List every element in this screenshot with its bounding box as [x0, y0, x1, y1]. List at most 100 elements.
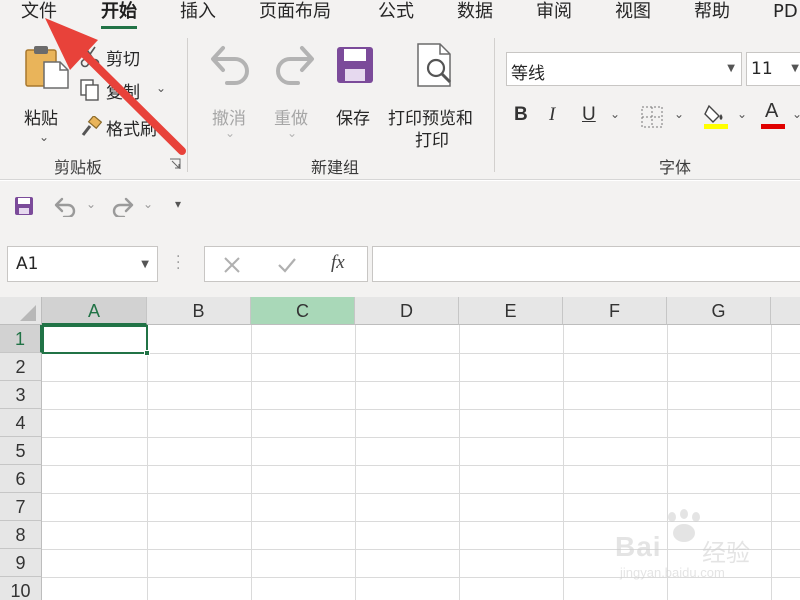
- font-color-button[interactable]: A: [760, 100, 786, 130]
- font-group-label: 字体: [659, 158, 692, 177]
- chevron-down-icon[interactable]: ⌄: [674, 107, 684, 121]
- borders-icon[interactable]: [641, 106, 663, 128]
- undo-icon[interactable]: [54, 197, 78, 217]
- print-preview-label-line2: 打印: [415, 131, 449, 151]
- grid-line: [42, 409, 800, 410]
- tab-insert[interactable]: 插入: [180, 0, 216, 30]
- chevron-down-icon[interactable]: ⌄: [86, 197, 96, 211]
- grid-line: [42, 465, 800, 466]
- chevron-down-icon: ⌄: [156, 81, 167, 95]
- column-header-f[interactable]: F: [563, 297, 667, 325]
- chevron-down-icon: ⌄: [287, 126, 298, 140]
- grid-line: [42, 493, 800, 494]
- dialog-launcher-icon[interactable]: [169, 158, 181, 170]
- copy-button[interactable]: 复制 ⌄: [78, 77, 170, 103]
- formula-bar: A1 ▼ · · · fx: [0, 233, 800, 297]
- font-name-select[interactable]: 等线 ▼: [506, 52, 742, 86]
- column-header-c[interactable]: C: [251, 297, 355, 325]
- undo-button[interactable]: 撤消 ⌄: [203, 42, 259, 142]
- tab-file[interactable]: 文件: [21, 0, 57, 30]
- tab-view[interactable]: 视图: [615, 0, 651, 30]
- row-header-3[interactable]: 3: [0, 381, 42, 409]
- select-all-corner[interactable]: [0, 297, 42, 325]
- column-header-e[interactable]: E: [459, 297, 563, 325]
- formula-buttons: fx: [204, 246, 368, 282]
- grid-line: [459, 325, 460, 600]
- paste-icon: [25, 46, 69, 89]
- paste-button[interactable]: 粘贴 ⌄: [18, 42, 72, 150]
- copy-label: 复制: [106, 83, 140, 103]
- save-icon: [337, 47, 373, 83]
- dropdown-arrow-icon: ▼: [727, 63, 735, 74]
- chevron-down-icon[interactable]: ⌄: [792, 107, 800, 121]
- column-header-a[interactable]: A: [42, 297, 147, 325]
- chevron-down-icon: ⌄: [225, 126, 236, 140]
- chevron-down-icon[interactable]: ⌄: [737, 107, 747, 121]
- tab-review[interactable]: 审阅: [536, 0, 572, 30]
- format-painter-button[interactable]: 格式刷: [78, 114, 168, 140]
- row-header-9[interactable]: 9: [0, 549, 42, 577]
- font-color-bar: [761, 124, 785, 129]
- customize-toolbar-icon[interactable]: ▾: [175, 197, 181, 211]
- row-header-6[interactable]: 6: [0, 465, 42, 493]
- row-header-2[interactable]: 2: [0, 353, 42, 381]
- redo-icon: [276, 46, 314, 85]
- fill-color-icon[interactable]: [703, 102, 729, 130]
- grid-line: [42, 437, 800, 438]
- save-icon[interactable]: [14, 196, 34, 216]
- tab-help[interactable]: 帮助: [694, 0, 730, 30]
- row-header-5[interactable]: 5: [0, 437, 42, 465]
- dropdown-arrow-icon: ▼: [791, 63, 799, 74]
- name-box-value: A1: [16, 254, 39, 274]
- tab-formulas[interactable]: 公式: [378, 0, 414, 30]
- insert-function-icon[interactable]: fx: [331, 252, 345, 274]
- watermark-url: jingyan.baidu.com: [620, 565, 725, 580]
- cancel-icon[interactable]: [223, 256, 241, 274]
- underline-button[interactable]: U: [582, 104, 596, 126]
- tab-pdf[interactable]: PD: [773, 0, 798, 30]
- drag-handle-icon[interactable]: · · ·: [176, 250, 180, 276]
- row-header-1[interactable]: 1: [0, 325, 42, 353]
- column-header-b[interactable]: B: [147, 297, 251, 325]
- font-size-select[interactable]: 11 ▼: [746, 52, 800, 86]
- row-header-10[interactable]: 10: [0, 577, 42, 600]
- grid-line: [42, 381, 800, 382]
- ribbon: 粘贴 ⌄ 剪切 复制 ⌄ 格式刷 剪贴板 撤消 ⌄ 重做 ⌄ 保存 打印预览和 …: [0, 30, 800, 180]
- format-painter-icon: [81, 116, 102, 136]
- quick-access-toolbar: ⌄ ⌄ ▾: [0, 181, 800, 233]
- tab-data[interactable]: 数据: [457, 0, 493, 30]
- paste-label: 粘贴: [24, 109, 58, 129]
- fill-handle[interactable]: [144, 350, 150, 356]
- undo-icon: [211, 46, 249, 85]
- redo-icon[interactable]: [110, 197, 134, 217]
- grid-line: [355, 325, 356, 600]
- save-button[interactable]: 保存: [332, 42, 380, 129]
- grid-line: [147, 325, 148, 600]
- cut-label: 剪切: [106, 50, 140, 70]
- bold-button[interactable]: B: [514, 104, 528, 126]
- print-preview-button[interactable]: 打印预览和 打印: [384, 42, 484, 151]
- formula-input[interactable]: [372, 246, 800, 282]
- tab-home[interactable]: 开始: [101, 0, 137, 30]
- new-group-label: 新建组: [311, 158, 360, 177]
- tab-page-layout[interactable]: 页面布局: [259, 0, 331, 30]
- name-box[interactable]: A1 ▼: [7, 246, 158, 282]
- ribbon-separator: [187, 38, 188, 172]
- chevron-down-icon: ⌄: [39, 130, 50, 144]
- row-header-4[interactable]: 4: [0, 409, 42, 437]
- ribbon-separator: [494, 38, 495, 172]
- column-header-d[interactable]: D: [355, 297, 459, 325]
- watermark-cn-text: 经验: [702, 539, 750, 567]
- column-header-g[interactable]: G: [667, 297, 771, 325]
- chevron-down-icon[interactable]: ⌄: [610, 107, 620, 121]
- chevron-down-icon[interactable]: ⌄: [143, 197, 153, 211]
- row-header-7[interactable]: 7: [0, 493, 42, 521]
- redo-button[interactable]: 重做 ⌄: [266, 42, 322, 142]
- column-header-partial[interactable]: [771, 297, 800, 325]
- enter-check-icon[interactable]: [277, 256, 297, 274]
- cut-button[interactable]: 剪切: [78, 44, 148, 70]
- active-cell-a1[interactable]: [42, 325, 148, 354]
- italic-button[interactable]: I: [549, 104, 555, 126]
- row-header-8[interactable]: 8: [0, 521, 42, 549]
- print-preview-icon: [417, 43, 452, 87]
